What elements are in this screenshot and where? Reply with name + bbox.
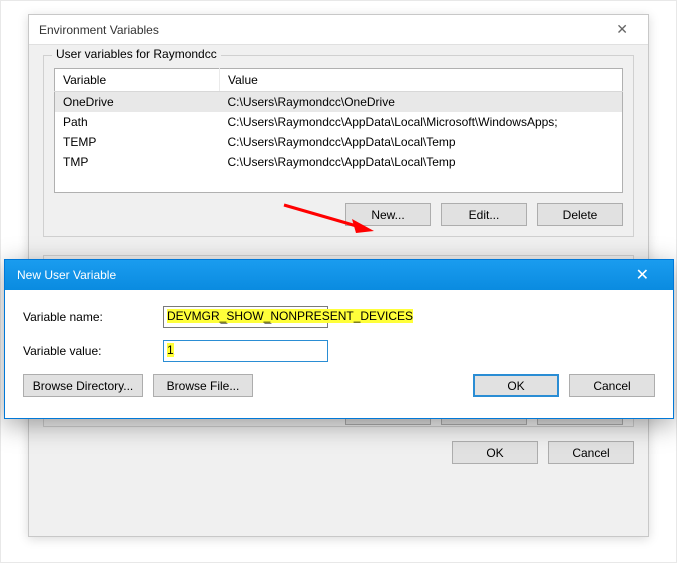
user-variables-table[interactable]: Variable Value OneDrive C:\Users\Raymond… — [54, 68, 623, 193]
newvar-titlebar: New User Variable ✕ — [5, 260, 673, 290]
env-titlebar: Environment Variables ✕ — [29, 15, 648, 45]
ok-button[interactable]: OK — [473, 374, 559, 397]
browse-file-button[interactable]: Browse File... — [153, 374, 253, 397]
variable-name-input[interactable] — [163, 306, 328, 328]
variable-value-input[interactable] — [163, 340, 328, 362]
user-variables-group: User variables for Raymondcc Variable Va… — [43, 55, 634, 237]
cancel-button[interactable]: Cancel — [569, 374, 655, 397]
env-title: Environment Variables — [39, 23, 159, 37]
new-user-variable-dialog: New User Variable ✕ Variable name: DEVMG… — [4, 259, 674, 419]
variable-name-label: Variable name: — [23, 310, 163, 324]
edit-button[interactable]: Edit... — [441, 203, 527, 226]
browse-directory-button[interactable]: Browse Directory... — [23, 374, 143, 397]
delete-button[interactable]: Delete — [537, 203, 623, 226]
table-row[interactable]: Path C:\Users\Raymondcc\AppData\Local\Mi… — [55, 112, 623, 132]
table-row[interactable]: TMP C:\Users\Raymondcc\AppData\Local\Tem… — [55, 152, 623, 172]
col-value[interactable]: Value — [220, 69, 623, 92]
ok-button[interactable]: OK — [452, 441, 538, 464]
table-row[interactable]: TEMP C:\Users\Raymondcc\AppData\Local\Te… — [55, 132, 623, 152]
close-icon[interactable]: ✕ — [606, 17, 638, 42]
newvar-title: New User Variable — [17, 268, 116, 282]
table-row[interactable]: OneDrive C:\Users\Raymondcc\OneDrive — [55, 92, 623, 113]
new-button[interactable]: New... — [345, 203, 431, 226]
variable-value-label: Variable value: — [23, 344, 163, 358]
close-icon[interactable]: ✕ — [624, 261, 661, 289]
user-group-label: User variables for Raymondcc — [52, 47, 221, 61]
col-variable[interactable]: Variable — [55, 69, 220, 92]
cancel-button[interactable]: Cancel — [548, 441, 634, 464]
